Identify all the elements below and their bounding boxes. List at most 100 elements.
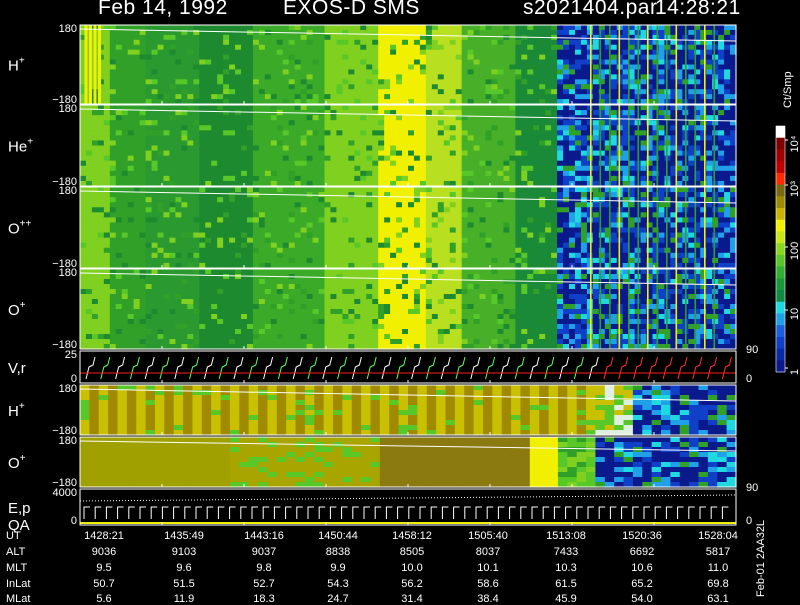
spectrogram-cell [724,74,731,80]
spectrogram-cell [628,150,636,157]
spectrogram-cell [491,155,499,162]
spectrogram-cell [455,155,463,162]
spectrogram-cell [396,257,403,264]
spectrogram-cell [342,125,349,131]
spectrogram-cell [706,64,713,71]
spectrogram-cell [354,192,361,198]
spectrogram-cell [217,34,224,41]
spectrogram-cell [306,89,314,95]
spectrogram-cell [217,217,224,224]
spectrogram-cell [103,222,111,229]
spectrogram-cell [419,125,427,131]
spectrogram-cell [235,187,242,193]
spectrogram-cell [97,242,105,249]
spectrogram-cell [706,165,713,172]
spectrogram-cell [121,247,129,254]
spectrogram-cell [306,175,314,182]
spectrogram-cell [294,135,302,142]
spectrogram-cell [276,64,284,71]
spectrogram-cell [151,145,159,152]
spectrogram-cell [455,247,463,254]
spectrogram-cell [288,135,296,142]
spectrogram-cell [312,197,320,203]
spectrogram-cell [193,59,200,66]
spectrogram-cell [127,79,135,85]
spectrogram-stripe [599,25,602,104]
spectrogram-cell [211,135,218,142]
spectrogram-cell [151,160,159,167]
spectrogram-cell [396,94,403,100]
spectrogram-cell [527,222,534,229]
spectrogram-cell [205,84,212,90]
spectrogram-cell [241,207,248,213]
spectrogram-cell [515,232,522,239]
spectrogram-cell [312,247,320,254]
spectrogram-cell [569,165,576,172]
spectrogram-cell [163,257,171,264]
spectrogram-cell [175,247,182,254]
spectrogram-cell [455,257,463,264]
spectrogram-cell [437,120,445,126]
spectrogram-cell [252,54,260,61]
spectrogram-cell [91,150,99,157]
spectrogram-cell [539,79,546,85]
spectrogram-cell [276,165,284,172]
spectrogram-cell [461,39,469,46]
spectrogram-cell [211,150,218,157]
spectrogram-cell [485,207,493,213]
spectrogram-cell [664,120,671,126]
spectrogram-cell [80,115,87,121]
spectrogram-cell [324,39,332,46]
spectrogram-cell [312,25,320,31]
spectrogram-cell [449,29,457,36]
spectrogram-cell [145,74,153,80]
spectrogram-cell [360,54,367,61]
spectrogram-cell [378,44,385,51]
spectrogram-cell [264,212,272,218]
spectrogram-cell [151,44,159,51]
spectrogram-cell [145,69,153,75]
spectrogram-cell [175,202,182,208]
spectrogram-cell [455,89,463,95]
spectrogram-cell [151,34,159,41]
spectrogram-cell [181,227,188,234]
spectrogram-cell [521,125,528,131]
spectrogram-cell [324,212,332,218]
spectrogram-cell [461,29,469,36]
spectrogram-cell [408,217,415,224]
spectrogram-cell [103,59,111,66]
spectrogram-cell [390,105,397,111]
spectrogram-cell [151,54,159,61]
spectrogram-cell [85,197,93,203]
spectrogram-cell [211,84,218,90]
spectrogram-cell [497,59,505,66]
spectrogram-cell [199,170,206,177]
spectrogram-cell [312,175,320,182]
spectrogram-cell [145,207,153,213]
spectrogram-cell [121,89,129,95]
spectrogram-cell [115,115,123,121]
spectrogram-cell [109,49,117,56]
spectrogram-cell [312,54,320,61]
spectrogram-cell [80,197,87,203]
spectrogram-cell [330,140,338,147]
spectrogram-cell [97,140,105,147]
spectrogram-cell [473,192,481,198]
spectrogram-cell [270,165,278,172]
spectrogram-cell [312,49,320,56]
spectrogram-cell [229,165,236,172]
spectrogram-cell [91,175,99,182]
spectrogram-cell [229,155,236,162]
spectrogram-stripe [618,25,621,104]
spectrogram-cell [485,120,493,126]
spectrogram-cell [551,202,558,208]
spectrogram-cell [384,222,391,229]
spectrogram-cell [718,89,725,95]
spectrogram-cell [127,222,135,229]
spectrogram-cell [366,232,373,239]
spectrogram-cell [145,64,153,71]
spectrogram-cell [610,125,618,131]
spectrogram-cell [109,89,117,95]
spectrogram-cell [378,202,385,208]
spectrogram-cell [80,130,87,136]
